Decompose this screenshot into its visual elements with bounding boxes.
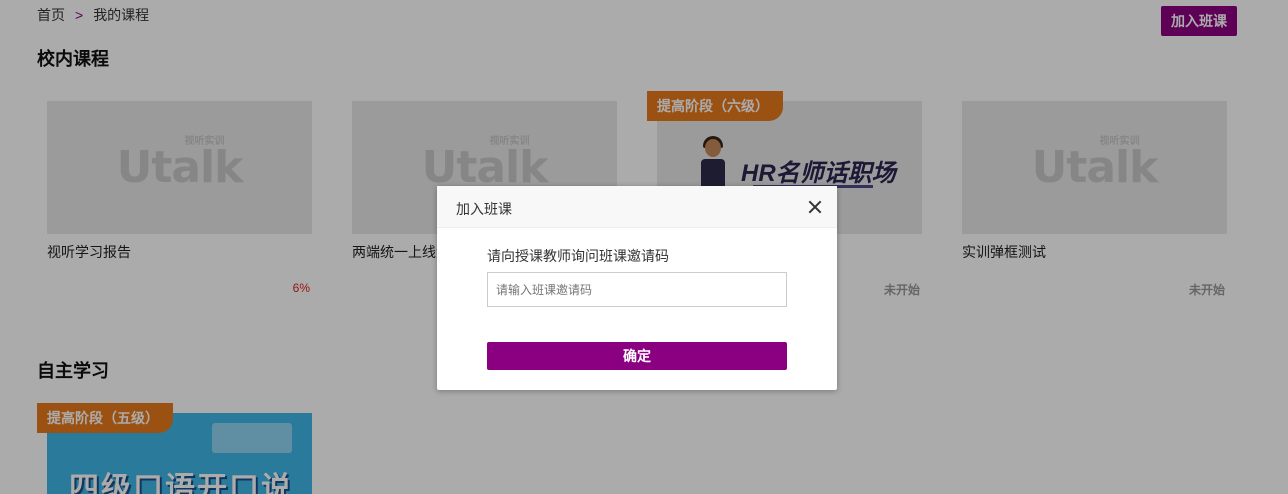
invite-code-input[interactable]	[487, 272, 787, 307]
join-class-dialog: 加入班课 请向授课教师询问班课邀请码 确定	[437, 186, 837, 390]
confirm-button[interactable]: 确定	[487, 342, 787, 370]
dialog-title: 加入班课	[456, 201, 512, 217]
dialog-prompt: 请向授课教师询问班课邀请码	[487, 248, 669, 264]
close-icon[interactable]	[807, 199, 823, 215]
dialog-header: 加入班课	[437, 186, 837, 228]
